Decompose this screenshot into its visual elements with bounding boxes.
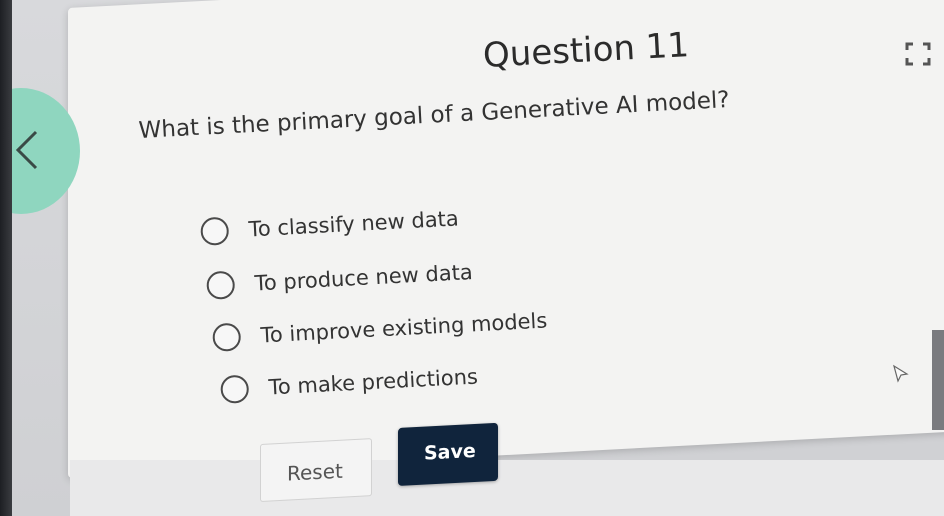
fullscreen-button[interactable] [904, 40, 932, 68]
monitor-bezel [0, 0, 12, 516]
reset-button-label: Reset [287, 458, 343, 486]
radio-button[interactable] [220, 374, 250, 404]
radio-button[interactable] [200, 216, 230, 246]
radio-button[interactable] [206, 270, 236, 300]
save-button[interactable]: Save [398, 422, 498, 486]
save-button-label: Save [424, 439, 476, 465]
radio-button[interactable] [212, 322, 242, 352]
fullscreen-icon [905, 42, 931, 66]
screen: Question 11 What is the primary goal of … [0, 0, 944, 516]
chevron-left-icon [15, 130, 38, 170]
reset-button[interactable]: Reset [260, 438, 372, 502]
mouse-pointer-icon [892, 364, 910, 388]
screen-edge [932, 330, 944, 430]
card-footer-area [70, 460, 944, 516]
